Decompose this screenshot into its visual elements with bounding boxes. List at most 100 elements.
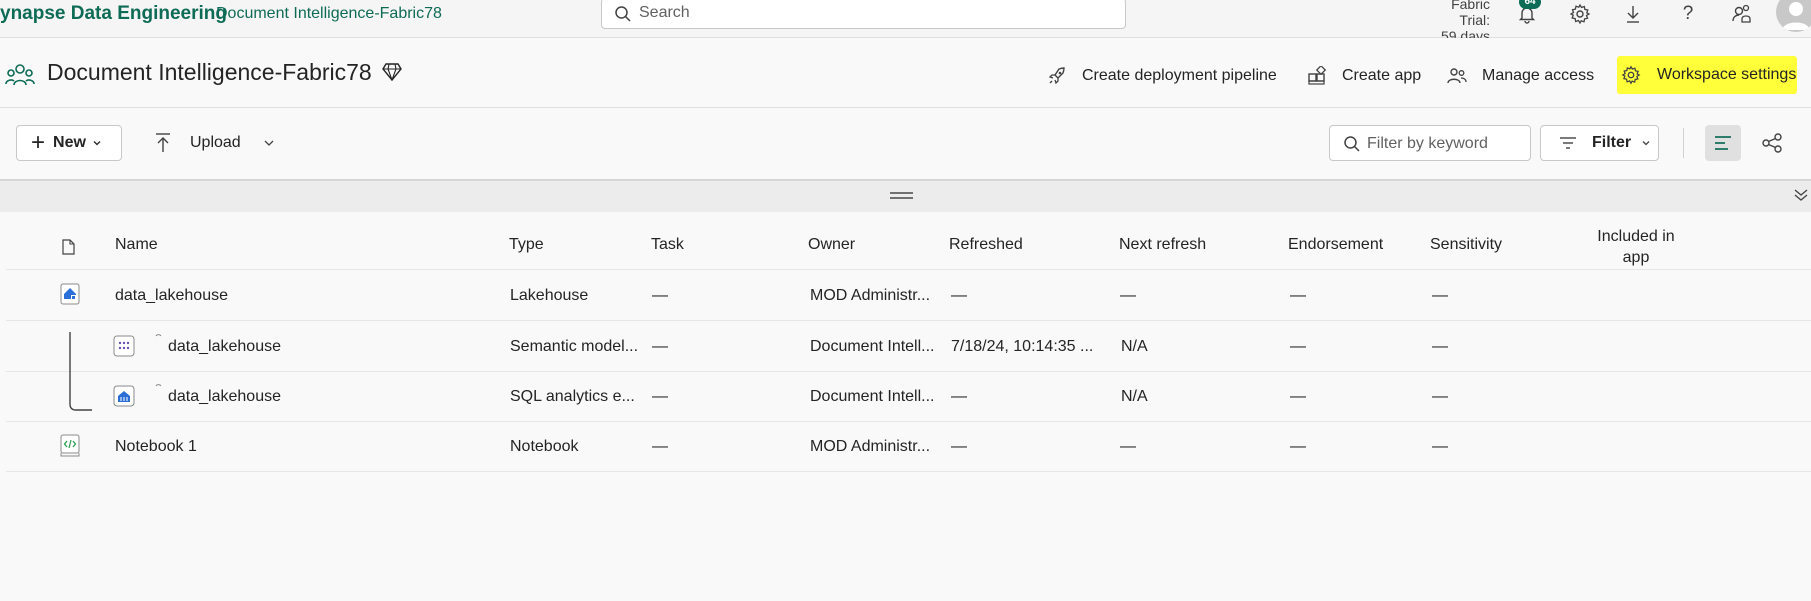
people-icon	[1447, 68, 1467, 84]
item-name[interactable]: data_lakehouse	[168, 388, 281, 406]
notification-badge: 64	[1519, 0, 1541, 9]
table-row[interactable]: Notebook 1 Notebook — MOD Administr... —…	[6, 422, 1811, 472]
item-name[interactable]: Notebook 1	[115, 438, 197, 456]
lineage-view-button[interactable]	[1754, 125, 1790, 161]
column-task[interactable]: Task	[651, 236, 684, 254]
workspace-header: Document Intelligence-Fabric78 Create de…	[0, 38, 1811, 108]
double-chevron-down-icon[interactable]	[1793, 187, 1809, 203]
filter-by-keyword-input[interactable]: Filter by keyword	[1329, 125, 1531, 161]
item-task: —	[652, 388, 668, 405]
table-row[interactable]: data_lakehouse Lakehouse — MOD Administr…	[6, 271, 1811, 321]
create-deployment-pipeline-button[interactable]: Create deployment pipeline	[1047, 62, 1277, 90]
column-included-line2: app	[1622, 249, 1650, 266]
gear-icon[interactable]	[1568, 2, 1592, 26]
lakehouse-icon	[60, 283, 80, 305]
new-label: New	[53, 134, 86, 151]
item-next-refresh: —	[1120, 438, 1136, 455]
item-endorsement: —	[1290, 438, 1306, 455]
search-icon	[1344, 136, 1360, 152]
top-bar: ynapse Data Engineering Document Intelli…	[0, 0, 1811, 60]
workspace-breadcrumb[interactable]: Document Intelligence-Fabric78	[216, 5, 442, 23]
upload-icon	[156, 133, 170, 152]
rocket-icon	[1048, 67, 1065, 85]
column-included-line1: Included in	[1597, 228, 1675, 245]
item-next-refresh: N/A	[1121, 338, 1148, 355]
item-endorsement: —	[1290, 287, 1306, 304]
help-icon[interactable]: ?	[1676, 2, 1700, 26]
gear-icon	[1621, 65, 1641, 85]
plus-icon: +	[31, 129, 46, 156]
item-refreshed: —	[951, 438, 967, 455]
toolbar-divider	[1683, 128, 1684, 158]
item-type: Semantic model...	[510, 338, 639, 355]
manage-access-button[interactable]: Manage access	[1447, 62, 1594, 90]
item-endorsement: —	[1290, 388, 1306, 405]
column-owner[interactable]: Owner	[808, 236, 855, 254]
column-sensitivity[interactable]: Sensitivity	[1430, 236, 1502, 254]
column-next-refresh[interactable]: Next refresh	[1119, 236, 1206, 254]
table-row[interactable]: data_lakehouse Semantic model... — Docum…	[6, 322, 1811, 411]
filter-label: Filter	[1592, 134, 1632, 151]
premium-diamond-icon	[382, 63, 402, 81]
file-type-icon	[62, 239, 75, 255]
search-input[interactable]: Search	[601, 0, 1126, 29]
chevron-down-icon	[264, 140, 274, 146]
column-name[interactable]: Name	[115, 236, 158, 254]
new-button[interactable]: + New	[16, 125, 122, 161]
item-sensitivity: —	[1432, 388, 1448, 405]
item-sensitivity: —	[1432, 287, 1448, 304]
chevron-down-icon	[93, 141, 101, 146]
item-name[interactable]: data_lakehouse	[168, 338, 281, 356]
item-sensitivity: —	[1432, 438, 1448, 455]
trial-label: Fabric Trial:	[1451, 0, 1490, 28]
item-task: —	[652, 338, 668, 355]
upload-button[interactable]: Upload	[153, 132, 275, 154]
table-row[interactable]: data_lakehouse SQL analytics e... — Docu…	[6, 372, 1811, 422]
share-icon[interactable]	[1729, 2, 1753, 26]
chevron-down-icon	[1642, 141, 1650, 146]
avatar[interactable]	[1776, 0, 1811, 32]
workspace-icon	[5, 64, 35, 86]
search-icon	[615, 6, 631, 22]
list-view-icon	[1715, 136, 1731, 150]
item-refreshed: —	[951, 388, 967, 405]
table-header: Name Type Task Owner Refreshed Next refr…	[6, 218, 1811, 270]
column-included-in-app[interactable]: Included in app	[1586, 226, 1686, 268]
pane-splitter[interactable]	[0, 181, 1811, 212]
sql-endpoint-icon	[113, 385, 135, 407]
item-task: —	[652, 438, 668, 455]
item-refreshed: 7/18/24, 10:14:35 ...	[951, 338, 1094, 355]
item-owner: Document Intell...	[810, 338, 935, 355]
item-type: Lakehouse	[510, 287, 589, 304]
app-name[interactable]: ynapse Data Engineering	[0, 3, 227, 25]
download-icon[interactable]	[1621, 2, 1645, 26]
drag-handle-icon[interactable]	[890, 192, 913, 194]
loading-spinner-icon	[155, 384, 162, 387]
column-endorsement[interactable]: Endorsement	[1288, 236, 1383, 254]
lineage-icon	[1762, 133, 1782, 153]
manage-access-label: Manage access	[1482, 67, 1595, 84]
item-type: SQL analytics e...	[510, 388, 635, 405]
filter-icon	[1560, 137, 1576, 149]
loading-spinner-icon	[155, 334, 162, 337]
semantic-model-icon	[113, 335, 135, 357]
item-next-refresh: N/A	[1121, 388, 1148, 405]
app-grid-icon	[1308, 66, 1327, 85]
list-view-button[interactable]	[1705, 125, 1741, 161]
notebook-icon	[60, 434, 80, 457]
search-placeholder: Search	[639, 4, 690, 21]
item-name[interactable]: data_lakehouse	[115, 287, 228, 305]
item-endorsement: —	[1290, 338, 1306, 355]
item-sensitivity: —	[1432, 338, 1448, 355]
column-type[interactable]: Type	[509, 236, 544, 254]
filter-button[interactable]: Filter	[1540, 125, 1659, 161]
item-next-refresh: —	[1120, 287, 1136, 304]
item-refreshed: —	[951, 287, 967, 304]
item-task: —	[652, 287, 668, 304]
create-app-button[interactable]: Create app	[1307, 62, 1421, 90]
column-refreshed[interactable]: Refreshed	[949, 236, 1023, 254]
workspace-settings-button[interactable]: Workspace settings	[1617, 56, 1797, 94]
create-deployment-pipeline-label: Create deployment pipeline	[1082, 67, 1277, 84]
item-type: Notebook	[510, 438, 579, 455]
toolbar: + New Upload Filter by keyword Filter	[0, 108, 1811, 181]
